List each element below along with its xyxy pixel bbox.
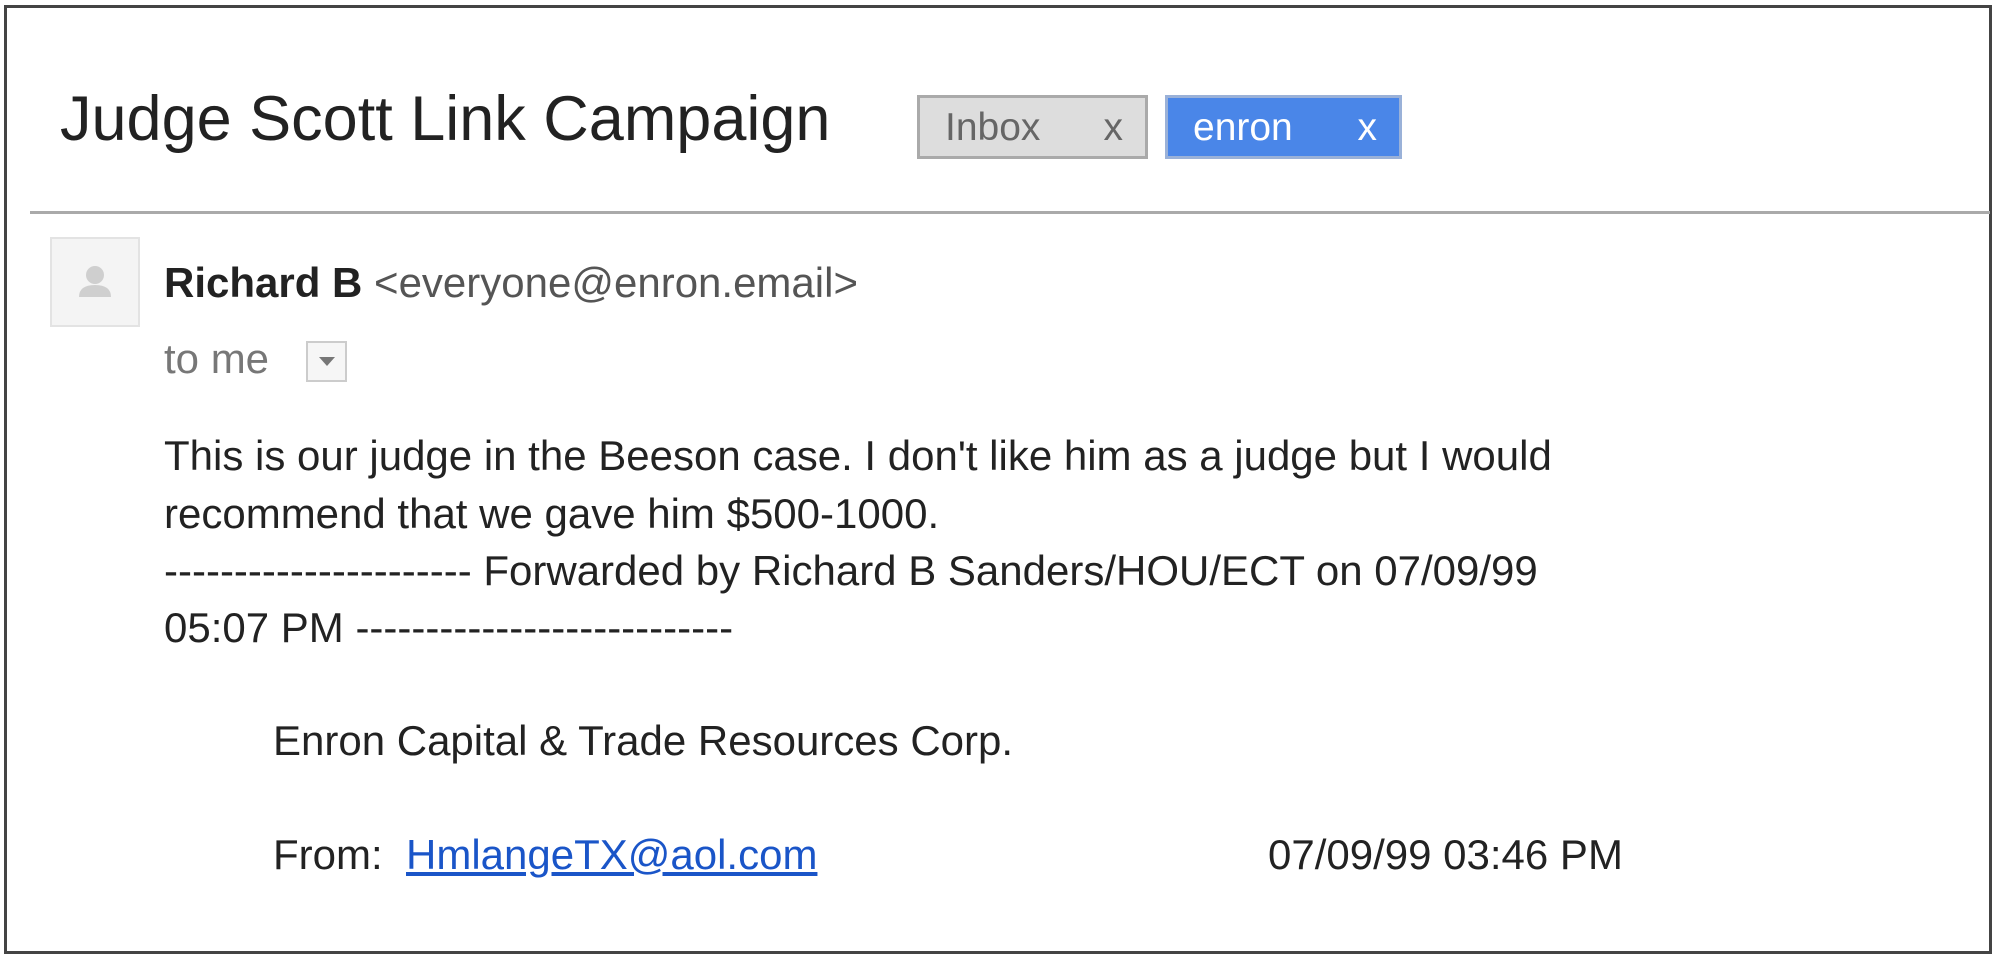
- sender-name[interactable]: Richard B: [164, 259, 362, 306]
- sender-avatar[interactable]: [50, 237, 140, 327]
- forward-from-line: From: HmlangeTX@aol.com: [273, 829, 817, 881]
- remove-label-inbox-button[interactable]: x: [1104, 98, 1124, 158]
- body-line-4: 05:07 PM ---------------------------: [164, 604, 734, 651]
- details-dropdown-button[interactable]: [306, 341, 347, 382]
- body-line-1: This is our judge in the Beeson case. I …: [164, 432, 1552, 479]
- sender-email: <everyone@enron.email>: [374, 259, 858, 306]
- chevron-down-icon: [319, 357, 335, 366]
- body-line-2: recommend that we gave him $500-1000.: [164, 490, 940, 537]
- sender-line: Richard B <everyone@enron.email>: [164, 257, 858, 309]
- body-line-3: ---------------------- Forwarded by Rich…: [164, 547, 1538, 594]
- label-enron-text: enron: [1193, 106, 1293, 149]
- remove-label-enron-button[interactable]: x: [1358, 98, 1378, 158]
- forward-company: Enron Capital & Trade Resources Corp.: [273, 717, 1014, 764]
- forward-date: 07/09/99 03:46 PM: [1268, 831, 1623, 878]
- header-divider: [30, 211, 1990, 214]
- label-inbox[interactable]: Inbox x: [917, 95, 1148, 159]
- from-label: From:: [273, 831, 383, 878]
- email-subject: Judge Scott Link Campaign: [60, 84, 831, 154]
- person-icon: [79, 266, 111, 297]
- label-enron[interactable]: enron x: [1165, 95, 1402, 159]
- recipient-line: to me: [164, 335, 270, 382]
- label-inbox-text: Inbox: [945, 106, 1041, 149]
- from-email-link[interactable]: HmlangeTX@aol.com: [406, 831, 817, 878]
